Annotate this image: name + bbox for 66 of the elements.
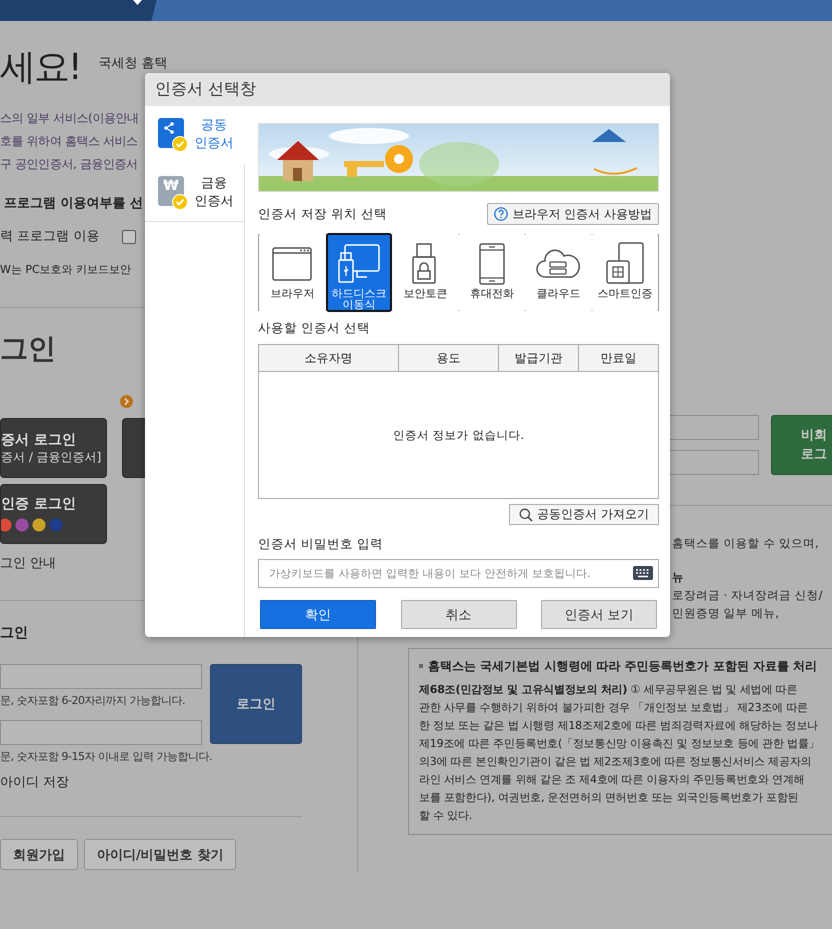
section-heading: 사용할 인증서 선택 [258, 320, 370, 336]
law-text-line: 제19조에 따른 주민등록번호(「정보통신망 이용촉진 및 정보보호 등에 관한 법률」 [419, 736, 820, 752]
login-button[interactable]: 증서 로그인 증서 / 금융인증서] [0, 418, 107, 478]
welcome-text: 국세청 홈택 [98, 57, 168, 71]
notice-line: 스의 일부 서비스(이용안내 [0, 110, 139, 127]
question-icon [494, 207, 508, 221]
dialog-button[interactable]: 인증서 보기 [541, 600, 657, 629]
law-text-line: 라인 서비스 연계를 위해 같은 조 제4호에 따른 이용자의 주민등록번호와 연계해 [419, 772, 804, 788]
save-id-label[interactable]: 아이디 저장 [0, 775, 70, 791]
dialog-button[interactable]: 취소 [400, 600, 516, 629]
storage-option[interactable]: 브라우저 [259, 233, 326, 312]
account-button[interactable]: 아이디/비밀번호 찾기 [84, 839, 236, 870]
password-field[interactable] [0, 720, 202, 745]
column-header: 발급기관 [498, 344, 578, 372]
checkbox[interactable] [122, 230, 136, 244]
notice-heading: 홈택스는 국세기본법 시행령에 따라 주민등록번호가 포함된 자료를 처리 [428, 658, 818, 675]
section-heading: 인증서 비밀번호 입력 [258, 536, 383, 552]
column-header: 만료일 [578, 344, 658, 372]
password-field[interactable]: 가상키보드를 사용하면 입력한 내용이 보다 안전하게 보호됩니다. [258, 559, 659, 588]
notice-line: 구 공인인증서, 금융인증서 [0, 156, 138, 173]
column-header: 소유자명 [258, 344, 398, 372]
keyboard-icon[interactable] [633, 566, 653, 580]
note-text: W는 PC보호와 키보드보안 [0, 262, 132, 277]
notice-line: 호를 위하여 홈택스 서비스 [0, 133, 138, 150]
section-heading: 뉴 [672, 569, 684, 586]
storage-option[interactable]: 클라우드 [525, 233, 592, 312]
chevron-circle-icon [120, 395, 133, 408]
service-logos-drawing [1, 518, 65, 532]
search-icon [519, 508, 534, 522]
id-field[interactable] [0, 664, 202, 689]
hint-text: 문, 숫자포함 9-15자 이내로 입력 가능합니다. [0, 749, 212, 764]
bullet-icon [419, 664, 423, 668]
hint-text: 문, 숫자포함 6-20자리까지 가능합니다. [0, 693, 185, 708]
option-label: 력 프로그램 이용 [0, 228, 100, 245]
guide-link[interactable]: 그인 안내 [0, 556, 56, 572]
column-header: 용도 [398, 344, 498, 372]
login-heading: 그인 [0, 332, 56, 366]
dialog-title: 인증서 선택창 [145, 73, 670, 106]
share-badge-icon [158, 118, 188, 152]
login-heading: 그인 [0, 625, 28, 641]
info-line: 민원증명 일부 메뉴, [672, 605, 779, 622]
empty-message: 인증서 정보가 없습니다. [393, 428, 524, 442]
law-text-line: 한 정보 또는 같은 법 시행령 제18조제2호에 따른 범죄경력자료에 해당하는 정보나 [419, 718, 818, 734]
greeting-heading: 세요! [0, 47, 80, 89]
section-heading: 프로그램 이용여부를 선 [3, 195, 144, 212]
law-text-line: 할 수 있다. [419, 808, 472, 824]
confirm-button[interactable]: 확인 [260, 600, 376, 629]
info-line: 로장려금 · 자녀장려금 신청/ [672, 587, 822, 604]
section-heading: 인증서 저장 위치 선택 [258, 206, 387, 222]
import-button[interactable]: 공동인증서 가져오기 [509, 504, 659, 525]
storage-option[interactable]: 휴대전화 [458, 233, 525, 312]
guest-login-button[interactable]: 비회 로그 [771, 415, 832, 475]
law-text-line: 보를 포함한다), 여권번호, 운전면허의 면허번호 또는 외국인등록번호가 포함된 [419, 790, 798, 806]
storage-option[interactable]: 하드디스크 이동식 [326, 233, 392, 312]
help-button[interactable]: 브라우저 인증서 사용방법 [487, 203, 659, 225]
certificate-tab[interactable]: ₩ 금융 인증서 [145, 164, 245, 222]
caret-icon[interactable] [133, 0, 142, 5]
login-button[interactable]: 로그인 [210, 664, 302, 744]
storage-option[interactable]: 보안토큰 [392, 233, 458, 312]
law-text-line: 제68조(민감정보 및 고유식별정보의 처리) ① 세무공무원은 법 및 세법에 따른 [419, 682, 798, 698]
law-text-line: 의3에 따른 본인확인기관이 같은 법 제2조제3호에 따른 정보통신서비스 제공자의 [419, 754, 812, 770]
law-text-line: 관한 사무를 수행하기 위하여 불가피한 경우 「개인정보 보호법」 제23조에 따른 [419, 700, 808, 716]
info-line: 홈택스를 이용할 수 있으며, [672, 535, 819, 552]
storage-option[interactable]: 스마트인증 [592, 233, 658, 312]
account-button[interactable]: 회원가입 [0, 839, 78, 870]
login-button[interactable]: 인증 로그인 [0, 484, 107, 544]
